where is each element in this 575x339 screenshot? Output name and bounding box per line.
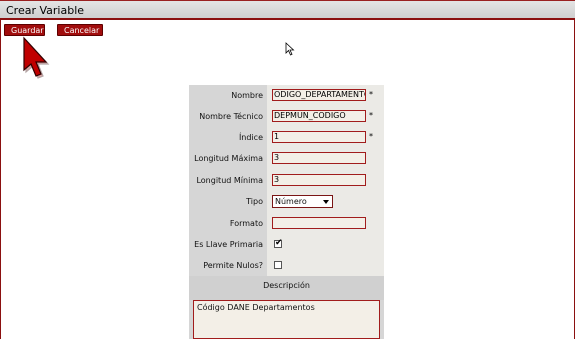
descripcion-textarea[interactable]: Código DANE Departamentos [193,300,380,339]
llave-primaria-label: Es Llave Primaria [194,240,263,249]
save-button[interactable]: Guardar [4,24,45,36]
title-bar: Crear Variable [0,0,575,20]
tipo-selected-value: Número [275,197,307,206]
formato-input[interactable] [272,217,366,229]
nombre-tecnico-required-mark: * [369,111,373,120]
variable-form: Nombre ODIGO_DEPARTAMENTO * Nombre Técni… [189,85,384,339]
chevron-down-icon [323,200,329,204]
nombre-tecnico-input[interactable]: DEPMUN_CODIGO [272,110,366,122]
nombre-label: Nombre [231,91,263,100]
window-title: Crear Variable [6,4,85,17]
descripcion-label: Descripción [189,276,384,300]
indice-label: Índice [238,133,263,142]
permite-nulos-checkbox[interactable] [274,261,282,269]
formato-label: Formato [229,219,263,228]
check-icon: ✔ [275,238,283,248]
nombre-required-mark: * [369,90,373,99]
nombre-tecnico-label: Nombre Técnico [199,112,263,121]
system-cursor-icon [285,42,295,56]
llave-primaria-checkbox[interactable]: ✔ [274,238,283,248]
indice-required-mark: * [369,132,373,141]
mouse-pointer-icon [23,36,50,79]
cancel-button[interactable]: Cancelar [57,24,103,36]
longitud-maxima-input[interactable]: 3 [272,152,366,164]
longitud-minima-input[interactable]: 3 [272,174,366,186]
indice-input[interactable]: 1 [272,131,366,143]
tipo-label: Tipo [246,197,263,206]
longitud-minima-label: Longitud Mínima [196,176,263,185]
permite-nulos-label: Permite Nulos? [203,261,263,270]
tipo-select[interactable]: Número [272,195,333,208]
longitud-maxima-label: Longitud Máxima [194,154,263,163]
nombre-input[interactable]: ODIGO_DEPARTAMENTO [272,89,366,101]
